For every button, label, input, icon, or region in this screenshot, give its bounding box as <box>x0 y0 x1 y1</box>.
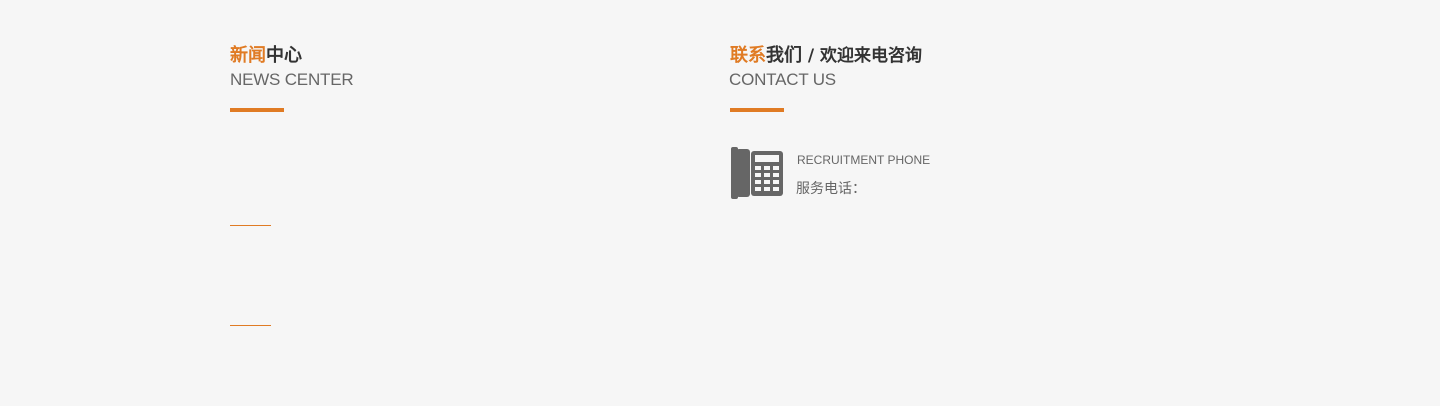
contact-title-rest: 我们 <box>766 45 802 66</box>
contact-section-title: 联系我们 / 欢迎来电咨询 <box>730 45 922 67</box>
contact-section-subtitle: CONTACT US <box>729 70 836 89</box>
recruitment-phone-label: RECRUITMENT PHONE <box>797 153 931 167</box>
news-divider <box>230 225 271 226</box>
news-section-title: 新闻中心 <box>230 45 302 67</box>
service-phone-prefix: 服务电话： <box>796 181 866 197</box>
news-title-rest: 中心 <box>266 45 302 66</box>
news-title-accent: 新闻 <box>230 45 266 66</box>
news-accent-bar <box>230 108 284 112</box>
contact-accent-bar <box>730 108 784 112</box>
contact-title-accent: 联系 <box>730 45 766 66</box>
contact-title-extra: / 欢迎来电咨询 <box>802 46 923 66</box>
service-phone-line: 服务电话： <box>796 180 866 198</box>
news-section-subtitle: NEWS CENTER <box>230 70 354 89</box>
news-list <box>230 120 650 380</box>
news-divider <box>230 325 271 326</box>
telephone-icon <box>730 146 784 200</box>
